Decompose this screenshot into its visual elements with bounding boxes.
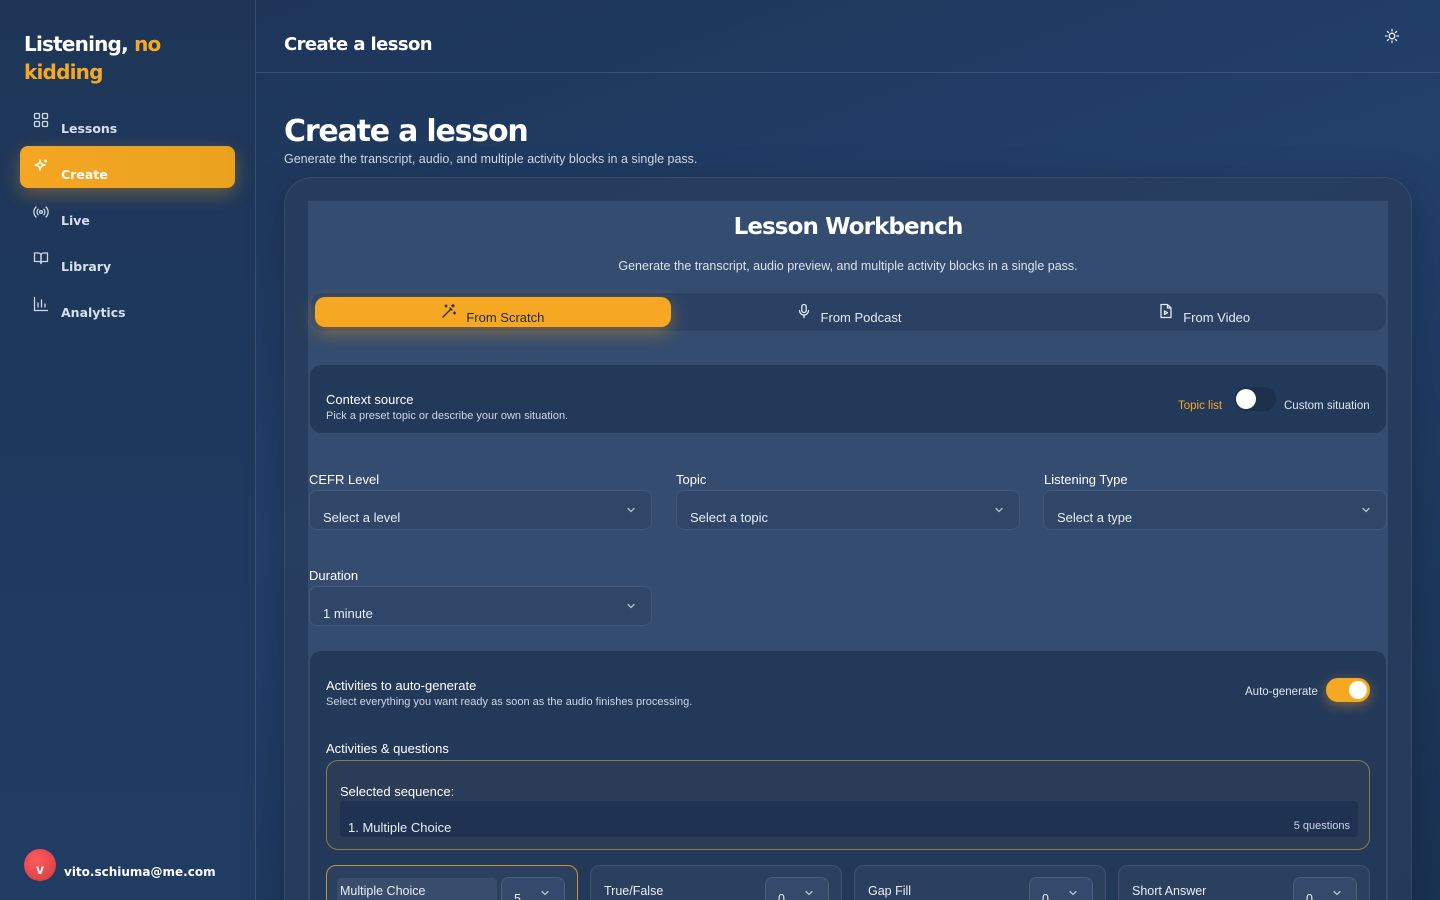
listening-type-label: Listening Type [1044,472,1128,487]
context-source-toggle[interactable] [1234,387,1276,411]
sidebar-item-label: Analytics [61,305,126,320]
activity-tile-short-answer[interactable]: Short Answer 0 [1118,865,1370,900]
cefr-level-label: CEFR Level [309,472,380,487]
sparkles-icon [33,158,49,174]
bar-chart-icon [33,296,49,312]
sequence-item[interactable]: 1. Multiple Choice 5 questions [340,801,1358,837]
chevron-down-icon [1069,890,1077,896]
activity-tile-true-false[interactable]: True/False 0 [590,865,842,900]
sequence-item-count: 5 questions [1293,820,1350,832]
theme-toggle-button[interactable] [1384,28,1400,44]
listening-type-select[interactable]: Select a type [1043,490,1387,530]
file-video-icon [1158,303,1174,319]
topbar-title: Create a lesson [284,34,433,55]
chevron-down-icon [995,507,1003,513]
context-source-description: Pick a preset topic or describe your own… [326,410,569,422]
topic-label: Topic [676,472,707,487]
page-subtitle: Generate the transcript, audio, and mult… [284,152,698,166]
auto-generate-label: Auto-generate [1245,686,1318,698]
auto-generate-toggle[interactable] [1326,678,1370,702]
page-title: Create a lesson [284,114,529,149]
source-tabs: From Scratch From Podcast From Video [310,292,1387,332]
microphone-icon [796,303,812,319]
user-profile[interactable]: v vito.schiuma@me.com [24,849,216,881]
custom-situation-label[interactable]: Custom situation [1284,400,1370,412]
activities-title: Activities to auto-generate [326,678,477,693]
tab-from-video[interactable]: From Video [1026,297,1382,327]
sidebar-item-library[interactable]: Library [20,238,235,280]
tab-label: From Scratch [466,310,545,325]
sidebar-item-label: Library [61,259,112,274]
grid-icon [33,112,49,128]
context-source-card: Context source Pick a preset topic or de… [309,364,1387,434]
brand-logo[interactable]: Listening, no kidding [24,30,161,86]
activity-tile-name: Gap Fill [868,884,912,898]
magic-wand-icon [441,303,457,319]
question-count-value: 5 [514,892,521,900]
question-count-value: 0 [1042,892,1049,900]
topbar: Create a lesson [256,0,1440,73]
sidebar: Listening, no kidding Lessons Create Liv… [0,0,256,900]
question-count-select[interactable]: 0 [1029,877,1093,900]
book-open-icon [33,250,49,266]
chevron-down-icon [627,507,635,513]
select-value: Select a type [1057,510,1133,525]
sidebar-item-label: Lessons [61,121,118,136]
chevron-down-icon [1333,890,1341,896]
sidebar-item-lessons[interactable]: Lessons [20,100,235,142]
avatar: v [24,849,56,881]
chevron-down-icon [805,890,813,896]
select-value: 1 minute [323,606,373,621]
question-count-value: 0 [778,892,785,900]
sidebar-item-live[interactable]: Live [20,192,235,234]
select-value: Select a level [323,510,401,525]
sidebar-item-create[interactable]: Create [20,146,235,188]
cefr-level-select[interactable]: Select a level [309,490,652,530]
context-source-title: Context source [326,392,414,407]
duration-select[interactable]: 1 minute [309,586,652,626]
duration-label: Duration [309,568,359,583]
chevron-down-icon [541,890,549,896]
activity-tile-name: Short Answer [1132,884,1207,898]
sun-icon [1384,28,1400,44]
chevron-down-icon [1362,507,1370,513]
toggle-knob [1349,681,1367,699]
activities-card: Activities to auto-generate Select every… [309,650,1387,900]
sequence-item-name: 1. Multiple Choice [348,820,452,835]
sidebar-nav: Lessons Create Live Library Analytics [20,100,235,330]
activities-description: Select everything you want ready as soon… [326,696,693,708]
activity-tile-name: Multiple Choice [340,884,426,898]
toggle-knob [1236,389,1256,409]
question-count-select[interactable]: 0 [765,877,829,900]
tab-label: From Podcast [820,310,902,325]
question-count-value: 0 [1306,892,1313,900]
tab-from-podcast[interactable]: From Podcast [671,297,1027,327]
selected-sequence-box: Selected sequence: 1. Multiple Choice 5 … [326,760,1370,850]
sidebar-item-analytics[interactable]: Analytics [20,284,235,326]
sidebar-item-label: Live [61,213,90,228]
activity-tile-multiple-choice[interactable]: Multiple Choice 5 [326,865,578,900]
topic-select[interactable]: Select a topic [676,490,1020,530]
broadcast-icon [33,204,49,220]
selected-sequence-title: Selected sequence: [340,784,455,799]
activity-tile-name: True/False [604,884,664,898]
workbench-title: Lesson Workbench [733,214,964,240]
sidebar-item-label: Create [61,167,108,182]
brand-line2: kidding [24,60,103,84]
question-count-select[interactable]: 0 [1293,877,1357,900]
activities-questions-label: Activities & questions [326,741,449,756]
brand-line1: Listening, [24,32,129,56]
chevron-down-icon [627,603,635,609]
question-count-select[interactable]: 5 [501,877,565,900]
topic-list-label[interactable]: Topic list [1178,400,1222,412]
user-email: vito.schiuma@me.com [64,865,216,879]
brand-accent: no [134,32,161,56]
workbench-subtitle: Generate the transcript, audio preview, … [618,259,1078,273]
activity-tile-gap-fill[interactable]: Gap Fill 0 [854,865,1106,900]
tab-from-scratch[interactable]: From Scratch [315,297,671,327]
tab-label: From Video [1183,310,1251,325]
select-value: Select a topic [690,510,769,525]
